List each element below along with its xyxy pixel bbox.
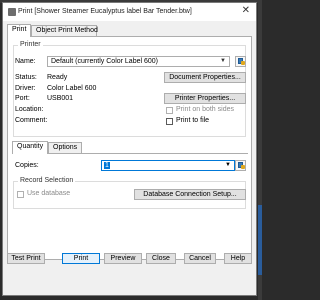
- print-both-sides-checkbox[interactable]: [166, 107, 173, 114]
- print-dialog: Print [Shower Steamer Eucalyptus label B…: [2, 2, 257, 296]
- status-label: Status:: [15, 74, 37, 81]
- background-accent: [258, 205, 262, 275]
- cancel-button[interactable]: Cancel: [184, 253, 216, 264]
- comment-label: Comment:: [15, 117, 48, 124]
- printer-group-title: Printer: [18, 41, 43, 48]
- close-icon[interactable]: ✕: [242, 5, 250, 16]
- copies-label: Copies:: [15, 162, 39, 169]
- printer-name-label: Name:: [15, 58, 36, 65]
- tab-quantity[interactable]: Quantity: [12, 141, 48, 154]
- driver-value: Color Label 600: [47, 85, 97, 92]
- print-to-file-checkbox[interactable]: [166, 118, 173, 125]
- printer-name-value: Default (currently Color Label 600): [51, 58, 158, 65]
- status-value: Ready: [47, 74, 68, 81]
- document-properties-button[interactable]: Document Properties...: [164, 72, 246, 83]
- chevron-down-icon: ▼: [225, 162, 231, 168]
- printer-name-select[interactable]: Default (currently Color Label 600) ▼: [47, 56, 230, 67]
- driver-label: Driver:: [15, 85, 36, 92]
- use-database-label: Use database: [27, 190, 71, 197]
- chevron-down-icon: ▼: [220, 58, 226, 64]
- database-connection-setup-button[interactable]: Database Connection Setup...: [134, 189, 246, 200]
- tab-options[interactable]: Options: [48, 142, 82, 153]
- dialog-client: Print Object Print Method Printer Name: …: [3, 21, 256, 295]
- wand-icon: [241, 165, 245, 169]
- print-both-sides-label: Print on both sides: [176, 106, 234, 113]
- printer-wizard-button[interactable]: [235, 56, 246, 67]
- tab-print[interactable]: Print: [7, 24, 31, 37]
- window-title: Print [Shower Steamer Eucalyptus label B…: [18, 8, 192, 15]
- port-label: Port:: [15, 95, 30, 102]
- use-database-checkbox[interactable]: [17, 191, 24, 198]
- copies-input[interactable]: 1 ▼: [101, 160, 235, 171]
- record-selection-title: Record Selection: [18, 177, 76, 184]
- printer-properties-button[interactable]: Printer Properties...: [164, 93, 246, 104]
- tab-object-print-method[interactable]: Object Print Method: [31, 25, 98, 36]
- location-label: Location:: [15, 106, 44, 113]
- preview-button[interactable]: Preview: [104, 253, 142, 264]
- print-tab-panel: Printer Name: Default (currently Color L…: [7, 36, 252, 260]
- printer-app-icon: [8, 8, 16, 16]
- help-button[interactable]: Help: [224, 253, 252, 264]
- wand-icon: [241, 61, 245, 65]
- title-bar: Print [Shower Steamer Eucalyptus label B…: [3, 3, 256, 21]
- print-to-file-label: Print to file: [176, 117, 210, 124]
- copies-wizard-button[interactable]: [235, 160, 246, 171]
- test-print-button[interactable]: Test Print: [7, 253, 45, 264]
- port-value: USB001: [47, 95, 74, 102]
- close-button[interactable]: Close: [146, 253, 176, 264]
- print-button[interactable]: Print: [62, 253, 100, 264]
- background-right: [258, 0, 262, 300]
- copies-value: 1: [104, 162, 110, 169]
